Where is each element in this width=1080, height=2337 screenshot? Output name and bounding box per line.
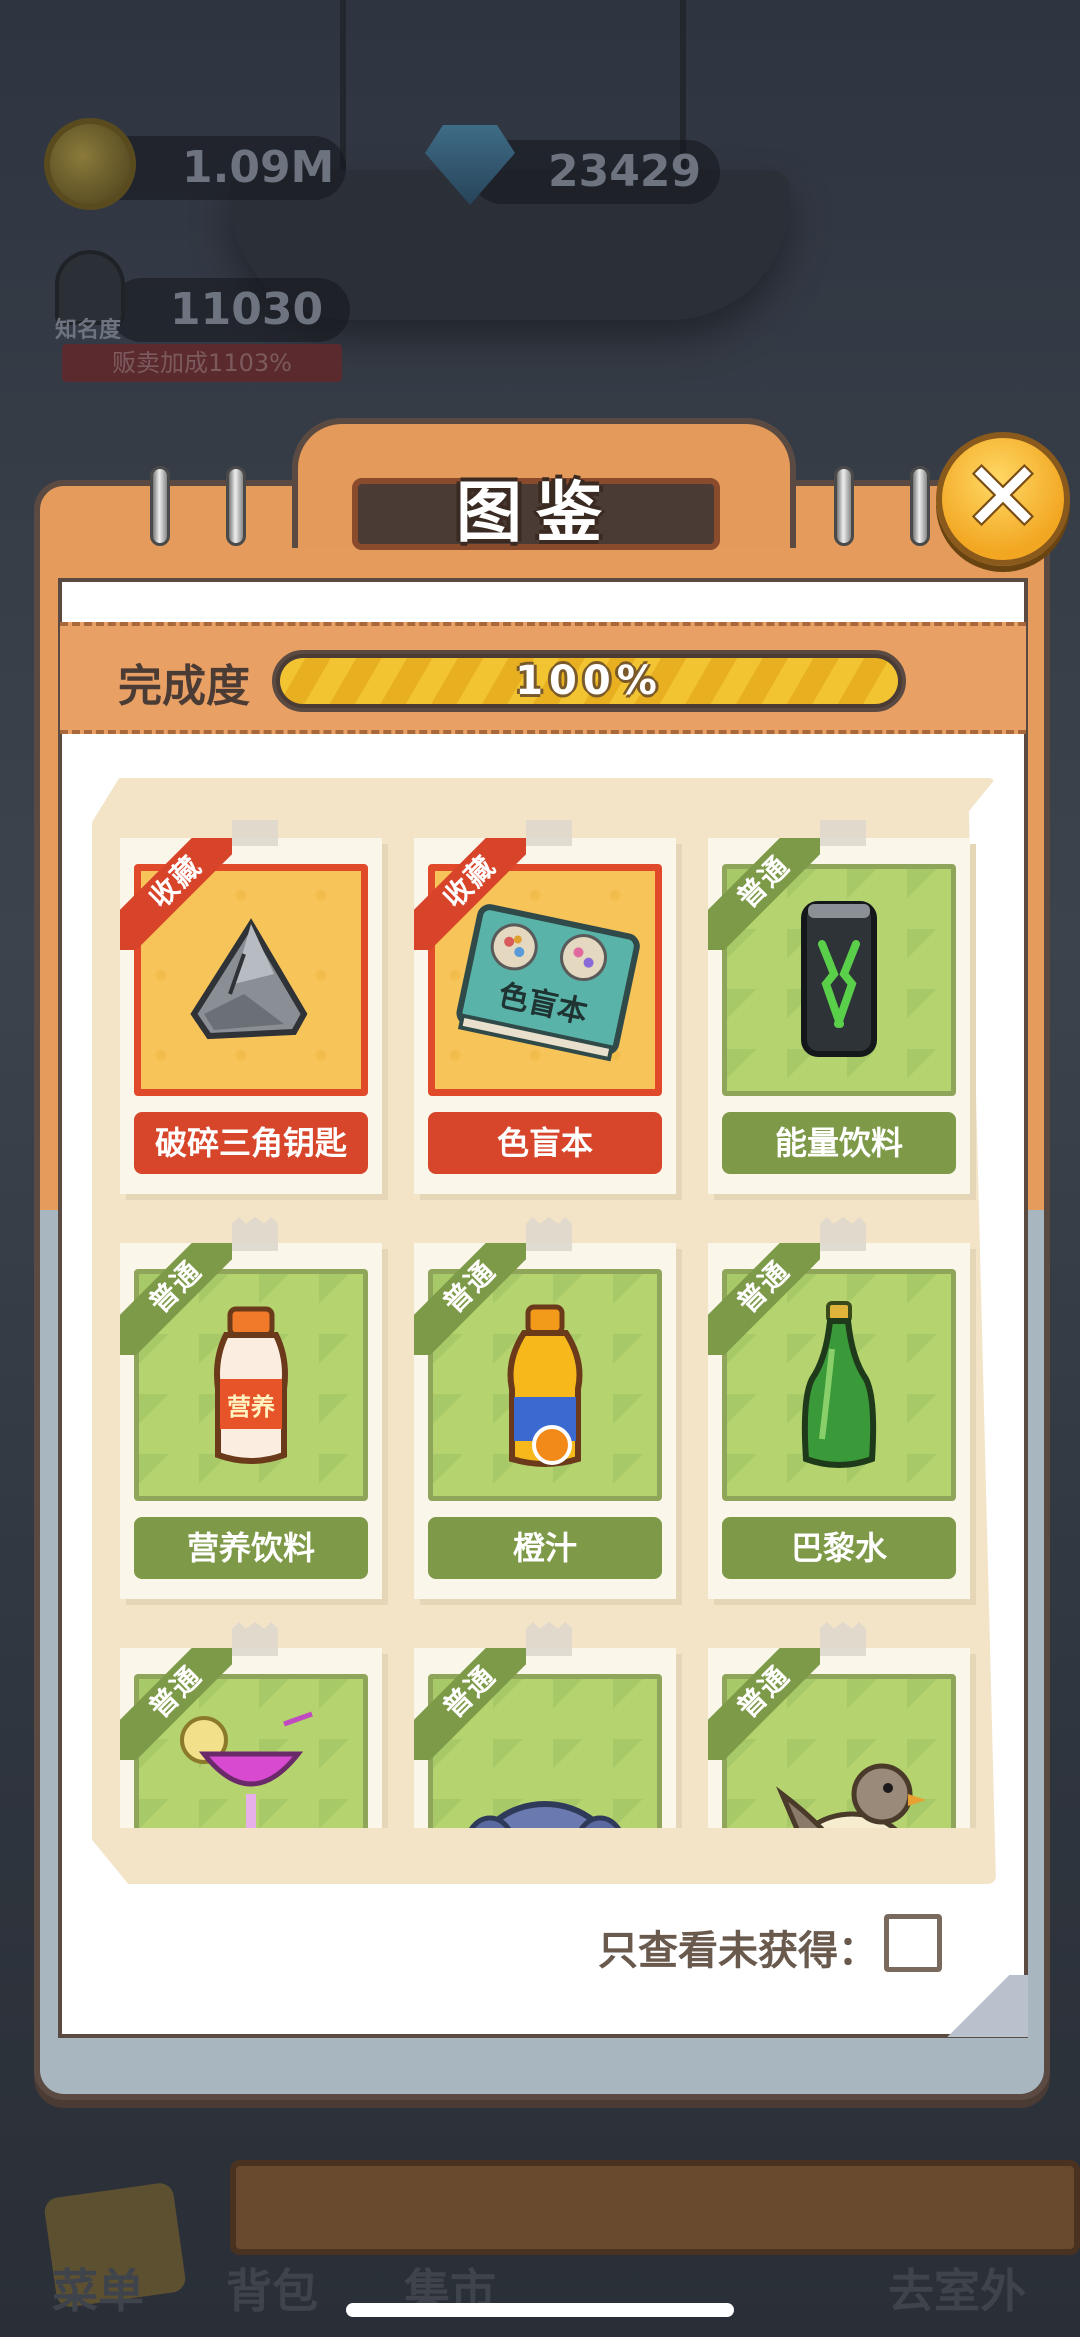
- coin-icon: [44, 118, 136, 210]
- item-card[interactable]: 普通: [120, 1622, 382, 1828]
- filter-unobtained-checkbox[interactable]: [884, 1914, 942, 1972]
- nav-outdoor: 去室外: [888, 2264, 1026, 2318]
- nav-menu: 菜单: [52, 2264, 144, 2318]
- rarity-label: 普通: [708, 1648, 820, 1760]
- close-x-icon: ✕: [962, 441, 1044, 553]
- rarity-ribbon: 普通: [708, 1243, 820, 1355]
- item-card[interactable]: 色盲本 收藏 色盲本: [414, 820, 676, 1194]
- item-card[interactable]: 普通能量饮料: [708, 820, 970, 1194]
- item-name: 营养饮料: [134, 1517, 368, 1579]
- tape-decoration: [232, 1217, 278, 1251]
- tape-decoration: [526, 1217, 572, 1251]
- item-card[interactable]: 普通: [708, 1622, 970, 1828]
- item-name: 能量饮料: [722, 1112, 956, 1174]
- rarity-label: 普通: [120, 1243, 232, 1355]
- page-curl: [928, 1975, 1028, 2037]
- rarity-label: 普通: [708, 838, 820, 950]
- filter-unobtained-label: 只查看未获得：: [598, 1928, 878, 1974]
- rarity-label: 收藏: [414, 838, 526, 950]
- close-button[interactable]: ✕: [936, 432, 1070, 566]
- tape-decoration: [526, 820, 572, 846]
- item-card[interactable]: 普通橙汁: [414, 1217, 676, 1599]
- tape-decoration: [820, 820, 866, 846]
- nav-bag: 背包: [226, 2264, 318, 2318]
- item-card[interactable]: 收藏破碎三角钥匙: [120, 820, 382, 1194]
- rarity-label: 收藏: [120, 838, 232, 950]
- rarity-ribbon: 普通: [120, 1243, 232, 1355]
- tape-decoration: [232, 1622, 278, 1656]
- home-indicator[interactable]: [346, 2303, 734, 2317]
- binder-ring: [150, 466, 170, 546]
- binder-ring: [910, 466, 930, 546]
- fame-counter: 11030: [110, 278, 350, 342]
- sales-bonus-badge: 贩卖加成1103%: [62, 344, 342, 382]
- coin-amount: 1.09M: [182, 142, 335, 193]
- rarity-ribbon: 普通: [120, 1648, 232, 1760]
- rarity-ribbon: 普通: [708, 1648, 820, 1760]
- binder-ring: [226, 466, 246, 546]
- tape-decoration: [526, 1622, 572, 1656]
- rarity-label: 普通: [414, 1243, 526, 1355]
- completion-label: 完成度: [118, 661, 250, 712]
- item-card[interactable]: 普通巴黎水: [708, 1217, 970, 1599]
- rarity-ribbon: 收藏: [414, 838, 526, 950]
- bottom-bar: [230, 2160, 1080, 2255]
- fame-amount: 11030: [170, 284, 324, 335]
- rarity-ribbon: 收藏: [120, 838, 232, 950]
- binder-ring: [834, 466, 854, 546]
- item-name: 破碎三角钥匙: [134, 1112, 368, 1174]
- completion-percent: 100%: [515, 658, 663, 704]
- rarity-label: 普通: [414, 1648, 526, 1760]
- rarity-label: 普通: [120, 1648, 232, 1760]
- tape-decoration: [232, 820, 278, 846]
- codex-title: 图鉴: [352, 478, 720, 550]
- fame-label: 知名度: [55, 318, 122, 343]
- item-card[interactable]: 营养 普通营养饮料: [120, 1217, 382, 1599]
- item-grid[interactable]: 收藏 破碎三角钥匙 色盲本 收藏 色盲本 普通 能量饮料 营养 普通 营养饮料 普通 橙汁 普通 巴黎水普…: [110, 820, 990, 1828]
- item-name: 巴黎水: [722, 1517, 956, 1579]
- item-name: 橙汁: [428, 1517, 662, 1579]
- tape-decoration: [820, 1622, 866, 1656]
- rarity-label: 普通: [708, 1243, 820, 1355]
- rarity-ribbon: 普通: [414, 1648, 526, 1760]
- gem-amount: 23429: [548, 146, 702, 197]
- tape-decoration: [820, 1217, 866, 1251]
- rarity-ribbon: 普通: [708, 838, 820, 950]
- svg-text:营养: 营养: [227, 1393, 275, 1421]
- item-name: 色盲本: [428, 1112, 662, 1174]
- item-card[interactable]: 普通: [414, 1622, 676, 1828]
- rarity-ribbon: 普通: [414, 1243, 526, 1355]
